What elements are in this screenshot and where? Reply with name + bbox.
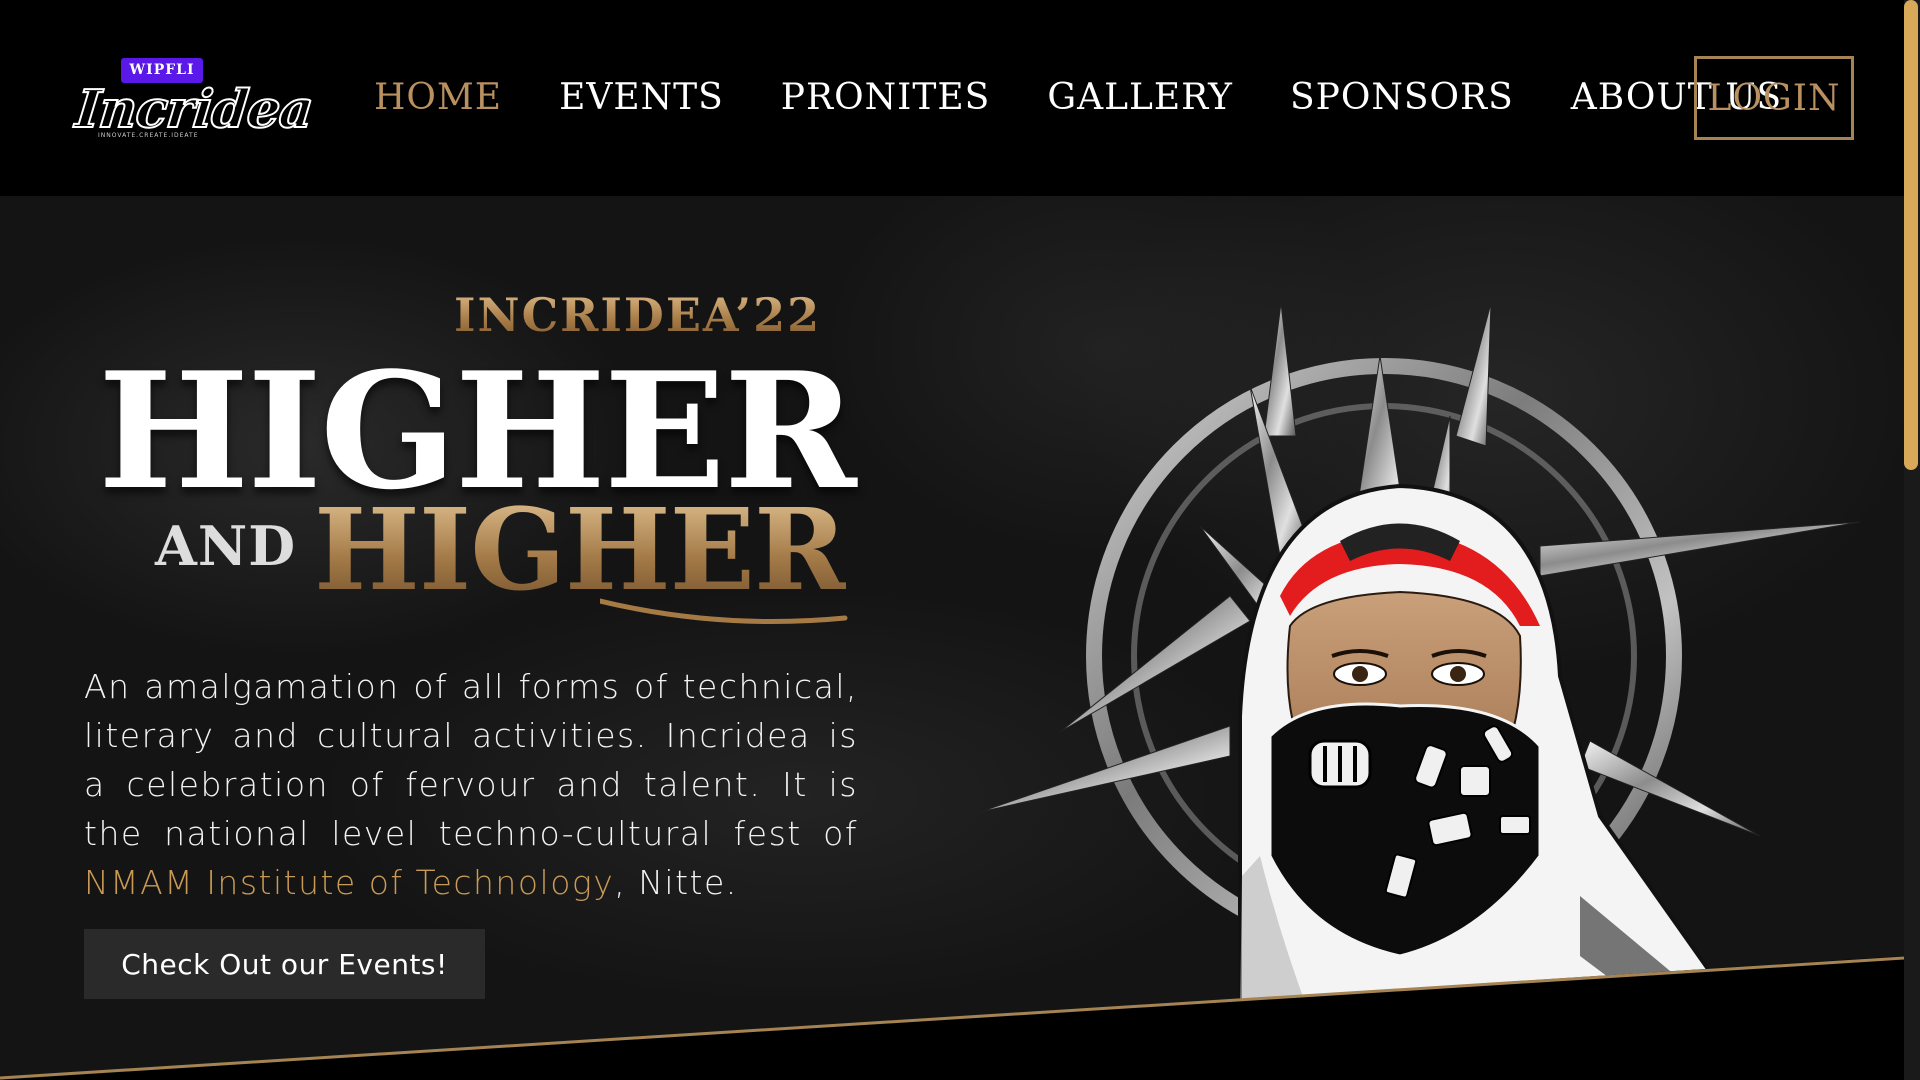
title-swash-decoration	[600, 598, 848, 624]
login-button[interactable]: LOGIN	[1694, 56, 1854, 140]
hero-description-suffix: , Nitte.	[614, 863, 738, 902]
nav-item-gallery[interactable]: GALLERY	[1047, 74, 1233, 122]
nav-item-events[interactable]: EVENTS	[559, 74, 724, 122]
incridea-logo[interactable]: WIPFLI Incridea INNOVATE.CREATE.IDEATE	[72, 56, 316, 148]
nav-item-pronites[interactable]: PRONITES	[781, 74, 991, 122]
hero-description: An amalgamation of all forms of technica…	[84, 662, 858, 907]
navbar: WIPFLI Incridea INNOVATE.CREATE.IDEATE H…	[0, 0, 1904, 196]
hero-section: INCRIDEA’22 HIGHER AND HIGHER An amalgam…	[0, 196, 1904, 1080]
hero-title-and: AND	[155, 514, 297, 578]
hero-subtitle: INCRIDEA’22	[454, 288, 822, 342]
main-nav: HOME EVENTS PRONITES GALLERY SPONSORS AB…	[374, 74, 1839, 122]
left-pupil	[1352, 666, 1368, 682]
right-pupil	[1450, 666, 1466, 682]
slanted-gold-divider	[0, 956, 1904, 1080]
hero-description-text: An amalgamation of all forms of technica…	[84, 667, 858, 853]
nav-item-home[interactable]: HOME	[374, 74, 502, 122]
nav-item-sponsors[interactable]: SPONSORS	[1290, 74, 1514, 122]
page-scrollbar-thumb[interactable]	[1904, 0, 1918, 470]
logo-tagline: INNOVATE.CREATE.IDEATE	[98, 132, 199, 139]
nmam-institute-link[interactable]: NMAM Institute of Technology	[84, 863, 614, 902]
hooded-masked-figure-emblem-icon	[980, 302, 1860, 1016]
